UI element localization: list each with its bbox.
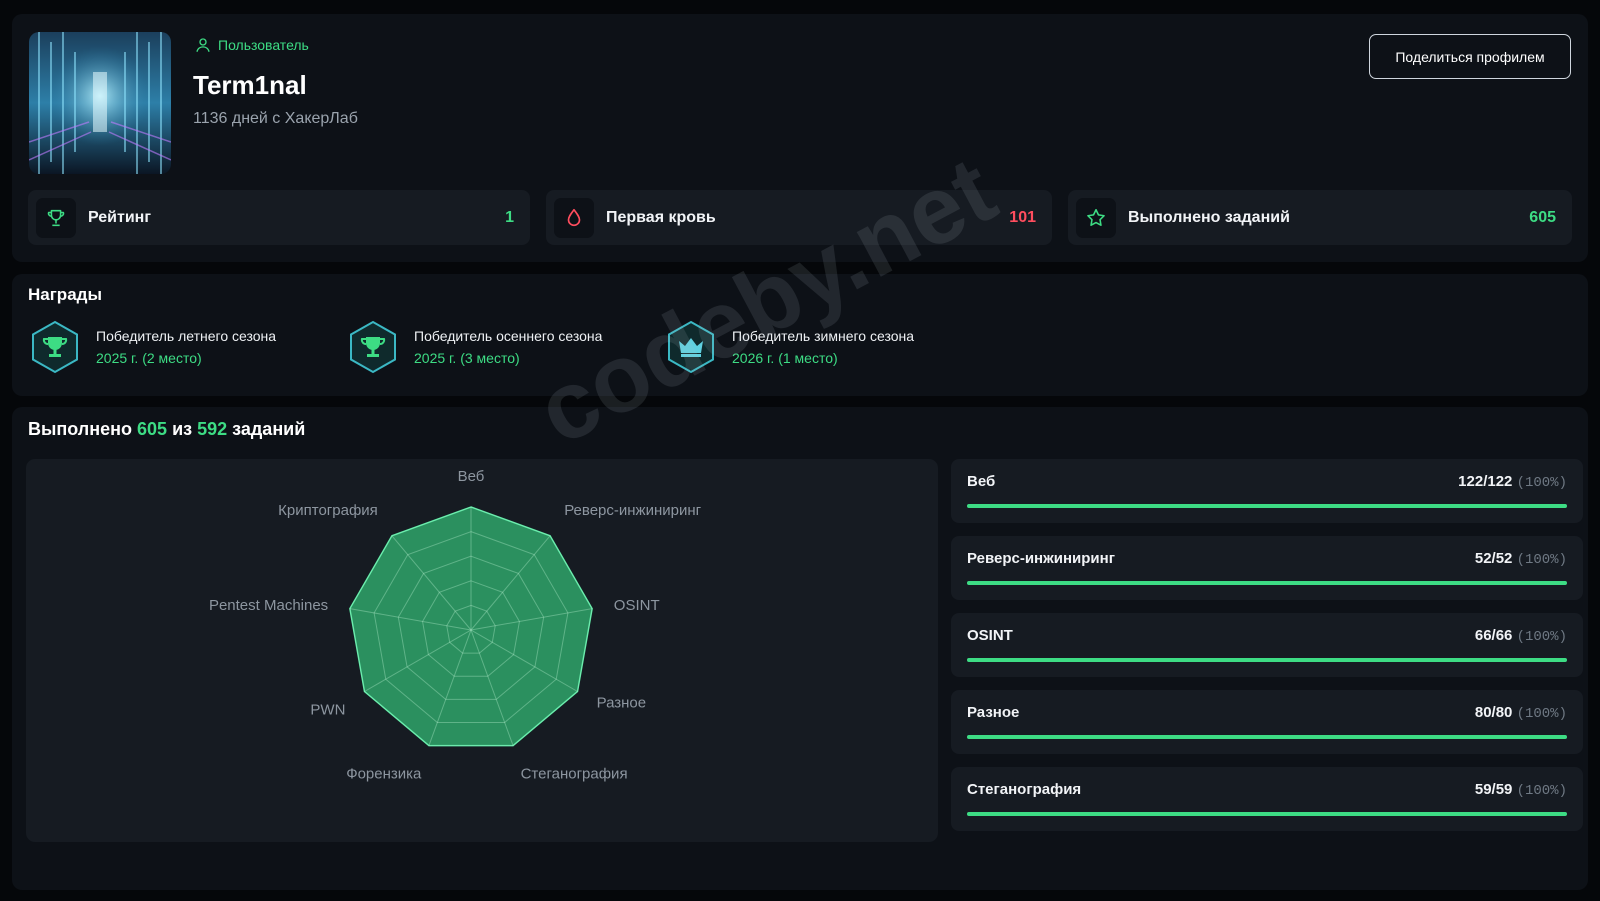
category-count-value: 59/59 (1474, 781, 1513, 798)
category-name: Разное (967, 704, 1020, 721)
category-percent: (100%) (1516, 552, 1567, 568)
category-row: Реверс-инжиниринг 52/52 (100%) (951, 536, 1583, 600)
radar-axis-label: Веб (458, 468, 485, 485)
category-count-value: 122/122 (1458, 473, 1513, 490)
user-role: Пользователь (194, 36, 309, 54)
member-days: 1136 дней с ХакерЛаб (193, 110, 358, 127)
category-count: 59/59 (100%) (1475, 781, 1567, 799)
stat-first-blood: Первая кровь 101 (546, 190, 1052, 245)
category-name: Веб (967, 473, 996, 490)
category-name: OSINT (967, 627, 1013, 644)
username: Term1nal (193, 70, 307, 100)
category-row: Стеганография 59/59 (100%) (951, 767, 1583, 831)
user-icon (196, 38, 210, 52)
awards-title: Награды (28, 285, 102, 304)
radar-axis-label: PWN (310, 702, 345, 719)
category-percent: (100%) (1516, 475, 1567, 491)
category-name: Стеганография (967, 781, 1082, 798)
user-role-label: Пользователь (218, 37, 309, 53)
category-count-value: 52/52 (1474, 550, 1513, 567)
stat-first-blood-value: 101 (1009, 208, 1036, 226)
category-percent: (100%) (1516, 706, 1567, 722)
stat-rating-value: 1 (505, 208, 514, 226)
award-title: Победитель зимнего сезона (732, 328, 915, 344)
radar-axis-label: Форензика (346, 765, 422, 782)
stat-tasks-done: Выполнено заданий 605 (1068, 190, 1572, 245)
radar-chart: Веб Реверс-инжиниринг OSINT Разное Стеганогр… (26, 459, 938, 842)
award-item: Победитель летнего сезона 2025 г. (2 мес… (28, 320, 276, 374)
award-detail: 2025 г. (3 место) (414, 350, 520, 366)
stat-tasks-done-value: 605 (1529, 208, 1556, 226)
category-progress-fill (967, 812, 1567, 816)
blood-drop-icon (554, 197, 594, 238)
category-progress-bar (967, 658, 1567, 662)
category-progress-bar (967, 504, 1567, 508)
category-percent: (100%) (1516, 629, 1567, 645)
category-count-value: 80/80 (1474, 704, 1513, 721)
category-count-value: 66/66 (1474, 627, 1513, 644)
award-detail: 2025 г. (2 место) (96, 350, 202, 366)
star-icon (1076, 197, 1116, 238)
category-progress-bar (967, 581, 1567, 585)
share-profile-button[interactable]: Поделиться профилем (1369, 34, 1571, 79)
radar-axis-label: OSINT (614, 597, 660, 614)
category-row: Разное 80/80 (100%) (951, 690, 1583, 754)
category-count: 52/52 (100%) (1475, 550, 1567, 568)
category-row: Веб 122/122 (100%) (951, 459, 1583, 523)
tasks-panel: Выполнено 605 из 592 заданий Веб Реверс-и… (12, 407, 1588, 890)
trophy-badge-icon (350, 320, 396, 374)
awards-panel: Награды Победитель летнего сезона 2025 г… (12, 274, 1588, 396)
radar-axis-label: Реверс-инжиниринг (564, 502, 701, 519)
trophy-badge-icon (32, 320, 78, 374)
award-detail: 2026 г. (1 место) (732, 350, 838, 366)
radar-axis-label: Pentest Machines (209, 597, 328, 614)
award-title: Победитель летнего сезона (96, 328, 277, 344)
category-count: 122/122 (100%) (1458, 473, 1567, 491)
award-title: Победитель осеннего сезона (414, 328, 603, 344)
tasks-summary-suffix: заданий (232, 419, 306, 439)
category-name: Реверс-инжиниринг (967, 550, 1115, 567)
radar-chart-svg: Веб Реверс-инжиниринг OSINT Разное Стеганогр… (209, 468, 702, 782)
profile-panel: Пользователь Term1nal 1136 дней с ХакерЛ… (12, 14, 1588, 262)
category-progress-bar (967, 735, 1567, 739)
category-count: 80/80 (100%) (1475, 704, 1567, 722)
category-progress-fill (967, 581, 1567, 585)
radar-axis-label: Стеганография (521, 765, 628, 782)
tasks-summary-prefix: Выполнено (28, 419, 132, 439)
category-count: 66/66 (100%) (1475, 627, 1567, 645)
stat-rating-label: Рейтинг (88, 208, 152, 226)
avatar (29, 32, 171, 174)
award-item: Победитель зимнего сезона 2026 г. (1 мес… (664, 320, 914, 374)
category-percent: (100%) (1516, 783, 1567, 799)
tasks-summary: Выполнено 605 из 592 заданий (28, 419, 305, 440)
category-progress-fill (967, 658, 1567, 662)
tasks-total-count: 592 (197, 419, 228, 439)
tasks-summary-middle: из (172, 419, 193, 439)
radar-axis-label: Разное (597, 695, 647, 712)
crown-badge-icon (668, 320, 714, 374)
category-progress-fill (967, 504, 1567, 508)
award-item: Победитель осеннего сезона 2025 г. (3 ме… (346, 320, 602, 374)
radar-axis-label: Криптография (278, 502, 378, 519)
tasks-done-count: 605 (137, 419, 168, 439)
stat-tasks-done-label: Выполнено заданий (1128, 208, 1290, 226)
category-progress-bar (967, 812, 1567, 816)
stat-rating: Рейтинг 1 (28, 190, 530, 245)
category-row: OSINT 66/66 (100%) (951, 613, 1583, 677)
stat-first-blood-label: Первая кровь (606, 208, 716, 226)
trophy-icon (36, 197, 76, 238)
category-progress-fill (967, 735, 1567, 739)
